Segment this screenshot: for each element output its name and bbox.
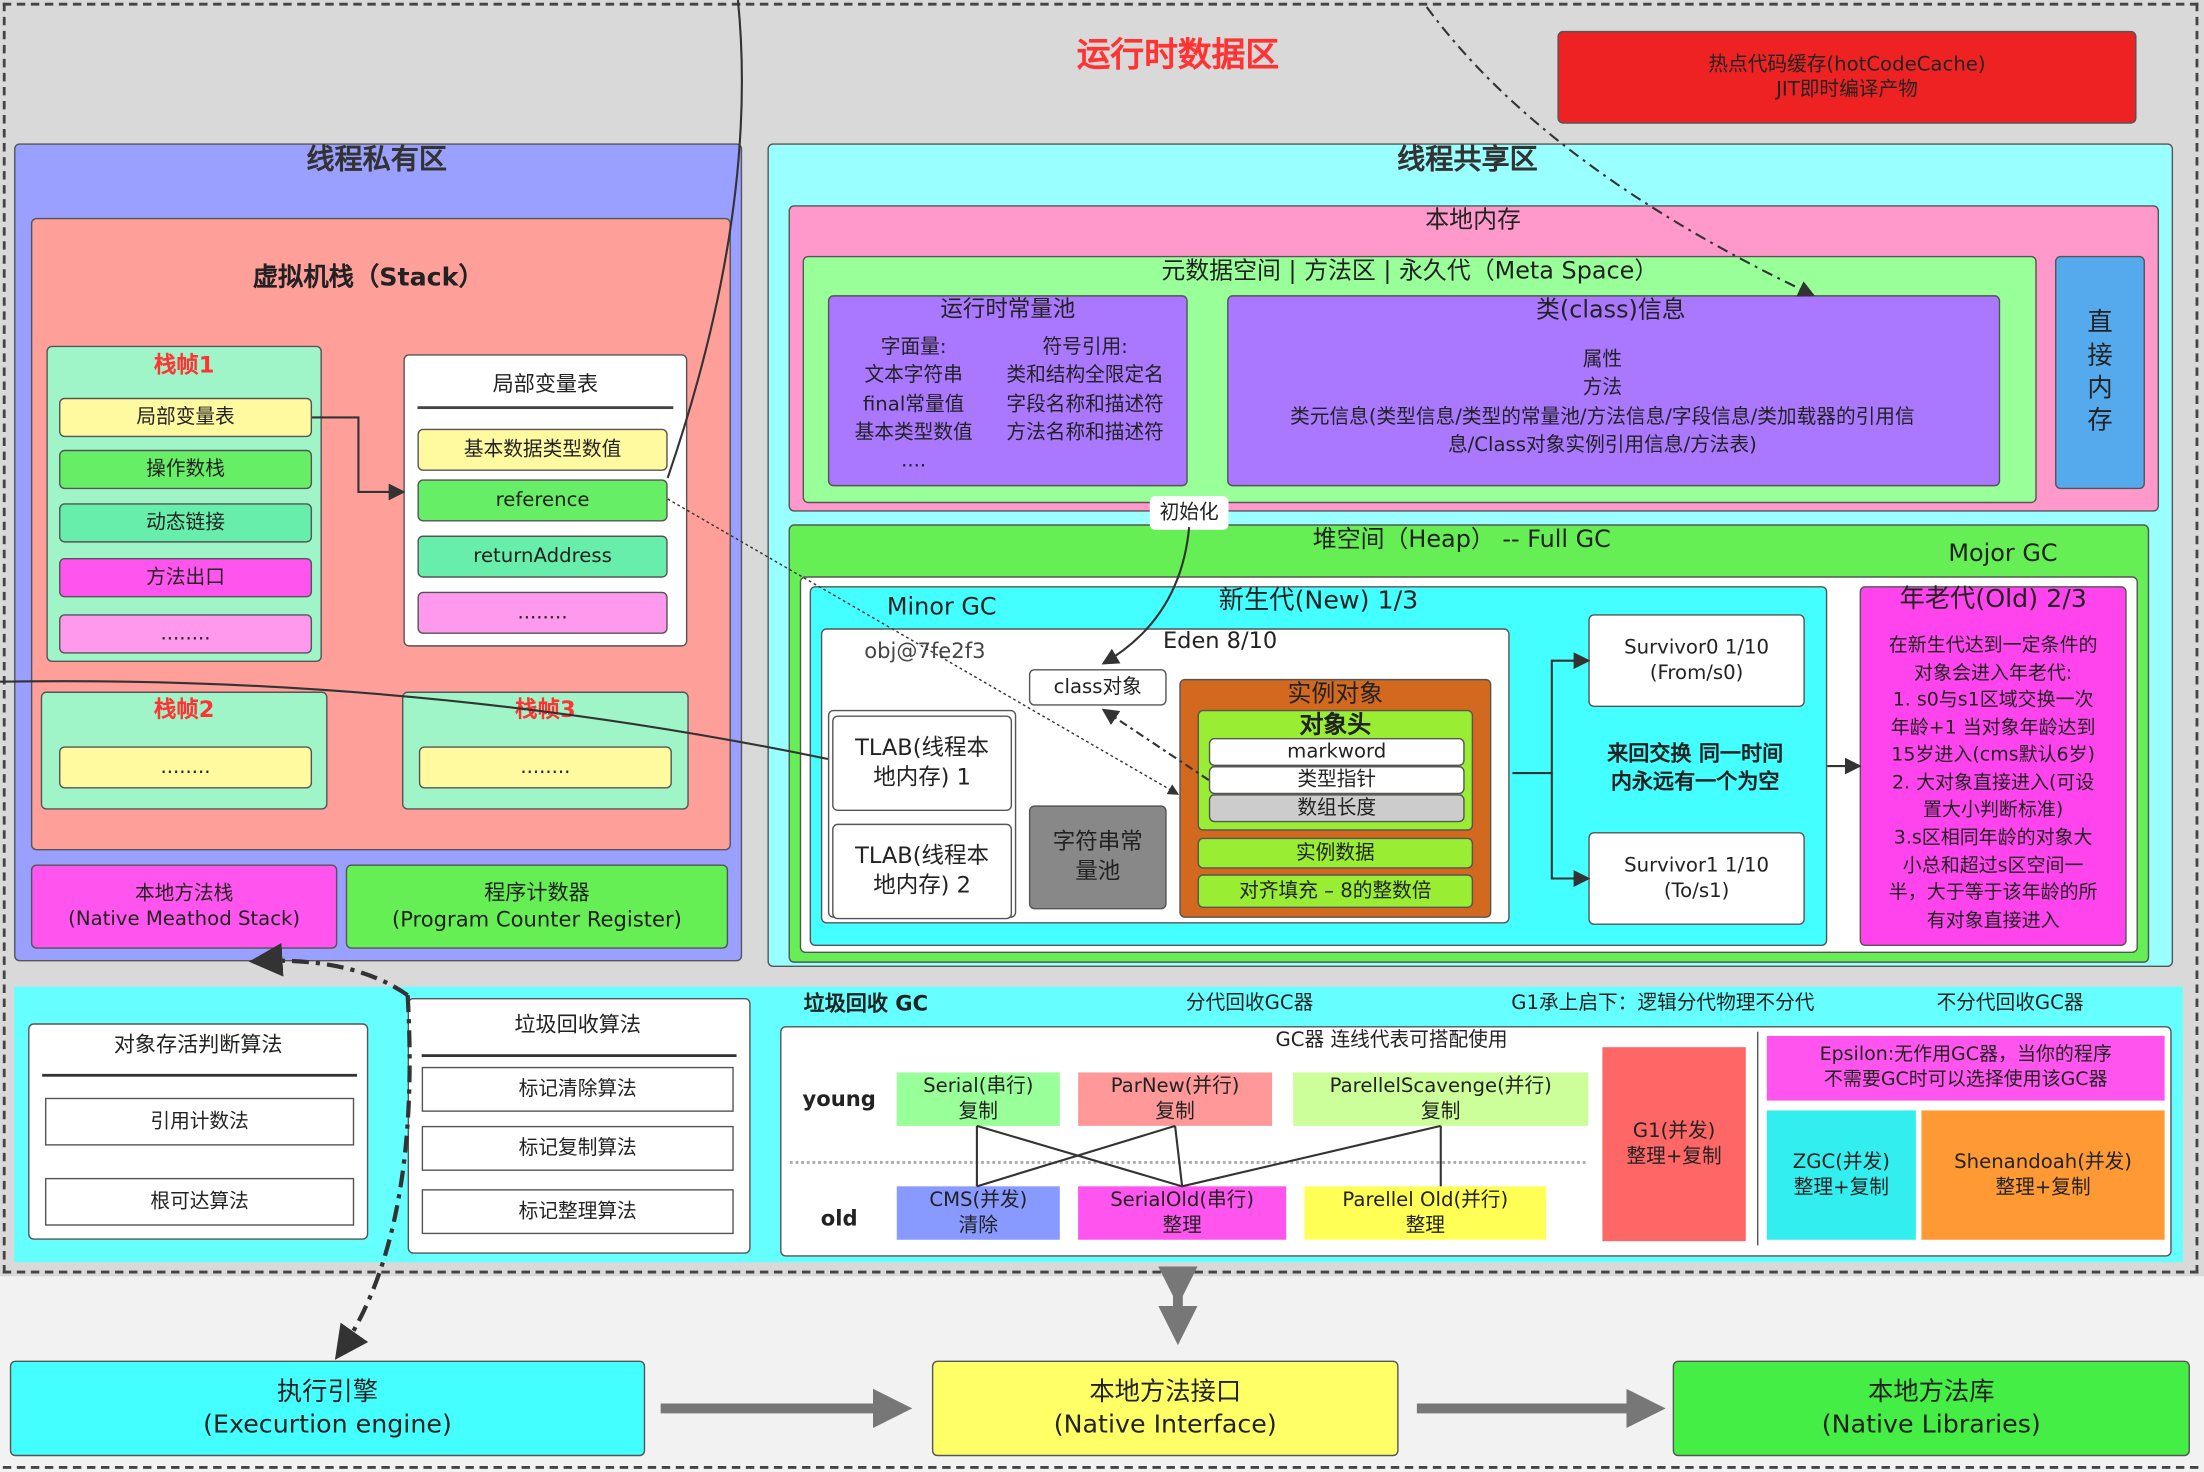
obj-ref-label: obj@7fe2f3 (864, 638, 986, 664)
lvt-reference: reference (417, 479, 668, 522)
tlab-1: TLAB(线程本 地内存) 1 (832, 715, 1013, 812)
runtime-constant-pool-title: 运行时常量池 (940, 295, 1076, 322)
reference-counting: 引用计数法 (44, 1097, 355, 1146)
program-counter-register: 程序计数器 (Program Counter Register) (345, 864, 729, 949)
g1-note: G1承上启下：逻辑分代物理不分代 (1511, 992, 1815, 1015)
gc-parallel-old: Parellel Old(并行) 整理 (1304, 1186, 1547, 1240)
gc-serial: Serial(串行) 复制 (896, 1072, 1060, 1126)
frame-return-address: 方法出口 (59, 558, 313, 598)
generational-gc-label: 分代回收GC器 (1185, 992, 1314, 1015)
old-generation-title: 年老代(Old) 2/3 (1899, 584, 2087, 615)
frame-3-item: ........ (418, 746, 672, 789)
meta-space-title: 元数据空间 | 方法区 | 永久代（Meta Space） (1161, 257, 1659, 286)
instance-data: 实例数据 (1197, 837, 1474, 869)
old-label: old (820, 1206, 858, 1232)
reachability-analysis: 根可达算法 (44, 1177, 355, 1226)
gc-zgc: ZGC(并发) 整理+复制 (1766, 1110, 1916, 1240)
frame-more: ........ (59, 614, 313, 654)
eden-title: Eden 8/10 (1162, 626, 1278, 654)
string-constant-pool: 字符串常 量池 (1028, 805, 1167, 910)
native-interface: 本地方法接口 (Native Interface) (931, 1360, 1399, 1457)
gc-g1: G1(并发) 整理+复制 (1602, 1047, 1746, 1242)
collectors-title: GC器 连线代表可搭配使用 (1275, 1028, 1508, 1052)
gc-serial-old: SerialOld(串行) 整理 (1078, 1186, 1287, 1240)
object-header-title: 对象头 (1299, 711, 1372, 740)
heap-title: 堆空间（Heap） -- Full GC (1312, 525, 1611, 554)
native-libraries: 本地方法库 (Native Libraries) (1672, 1360, 2190, 1457)
frame-2-item: ........ (59, 746, 313, 789)
stack-frame-2-title: 栈帧2 (153, 695, 215, 723)
direct-memory: 直 接 内 存 (2055, 255, 2145, 490)
new-generation-title: 新生代(New) 1/3 (1218, 586, 1419, 616)
minor-gc-label: Minor GC (886, 593, 997, 622)
lvt-return-address: returnAddress (417, 535, 668, 578)
thread-private-title: 线程私有区 (306, 141, 447, 176)
lvt-primitive: 基本数据类型数值 (417, 428, 668, 471)
hot-code-cache: 热点代码缓存(hotCodeCache) JIT即时编译产物 (1557, 30, 2137, 124)
stack-frame-3-title: 栈帧3 (515, 695, 576, 723)
non-generational-gc-label: 不分代回收GC器 (1936, 992, 2084, 1015)
gc-parallel-scavenge: ParellelScavenge(并行) 复制 (1293, 1072, 1589, 1126)
tlab-2: TLAB(线程本 地内存) 2 (832, 823, 1013, 920)
native-method-stack: 本地方法栈 (Native Meathod Stack) (30, 864, 338, 949)
liveness-title: 对象存活判断算法 (113, 1031, 283, 1058)
type-pointer: 类型指针 (1208, 766, 1465, 795)
alignment-padding: 对齐填充 – 8的整数倍 (1197, 874, 1474, 909)
stack-frame-1-title: 栈帧1 (153, 351, 215, 379)
runtime-data-area-title: 运行时数据区 (1076, 35, 1280, 75)
thread-shared-title: 线程共享区 (1397, 141, 1538, 176)
old-generation-body: 在新生代达到一定条件的 对象会进入年老代: 1. s0与s1区域交换一次 年龄+… (1888, 633, 2098, 932)
divider (42, 1073, 358, 1077)
gc-title: 垃圾回收 GC (803, 990, 929, 1017)
gc-epsilon: Epsilon:无作用GC器，当你的程序 不需要GC时可以选择使用该GC器 (1766, 1035, 2165, 1101)
lvt-more: ........ (417, 591, 668, 634)
divider (1757, 1031, 1759, 1246)
survivor-0: Survivor0 1/10 (From/s0) (1588, 614, 1805, 708)
frame-operand-stack: 操作数栈 (59, 449, 313, 490)
markword: markword (1208, 737, 1465, 767)
literals: 字面量: 文本字符串 final常量值 基本类型数值 .... (854, 335, 973, 473)
gc-cms: CMS(并发) 清除 (896, 1186, 1060, 1240)
class-object: class对象 (1028, 669, 1167, 706)
survivor-1: Survivor1 1/10 (To/s1) (1588, 832, 1805, 925)
jvm-diagram: 运行时数据区 热点代码缓存(hotCodeCache) JIT即时编译产物 线程… (0, 0, 2204, 1472)
mark-compact: 标记整理算法 (421, 1189, 734, 1235)
young-old-divider (789, 1161, 1586, 1164)
frame-local-var-table: 局部变量表 (59, 397, 313, 438)
mark-copy: 标记复制算法 (421, 1125, 734, 1171)
frame-dynamic-link: 动态链接 (59, 503, 313, 543)
gc-parnew: ParNew(并行) 复制 (1078, 1072, 1273, 1126)
mark-sweep: 标记清除算法 (421, 1066, 734, 1112)
divider (417, 406, 674, 410)
major-gc-label: Mojor GC (1948, 539, 2058, 568)
gc-shenandoah: Shenandoah(并发) 整理+复制 (1921, 1110, 2165, 1240)
bottom-border (2, 1466, 2199, 1469)
symbol-refs: 符号引用: 类和结构全限定名 字段名称和描述符 方法名称和描述符 (1006, 335, 1164, 445)
class-info-body: 属性 方法 类元信息(类型信息/类型的常量池/方法信息/字段信息/类加载器的引用… (1290, 348, 1915, 457)
gc-algorithms-title: 垃圾回收算法 (514, 1012, 641, 1038)
young-label: young (802, 1086, 876, 1112)
vm-stack-title: 虚拟机栈（Stack） (252, 262, 484, 293)
instance-object-title: 实例对象 (1287, 680, 1384, 709)
array-length: 数组长度 (1208, 794, 1465, 823)
class-info-title: 类(class)信息 (1536, 296, 1686, 325)
execution-engine: 执行引擎 (Execurtion engine) (9, 1360, 646, 1457)
divider (421, 1054, 737, 1058)
survivor-swap-note: 来回交换 同一时间 内永远有一个为空 (1607, 740, 1784, 794)
native-memory-title: 本地内存 (1425, 206, 1521, 235)
init-label: 初始化 (1149, 496, 1229, 530)
local-var-table-title: 局部变量表 (492, 371, 599, 397)
